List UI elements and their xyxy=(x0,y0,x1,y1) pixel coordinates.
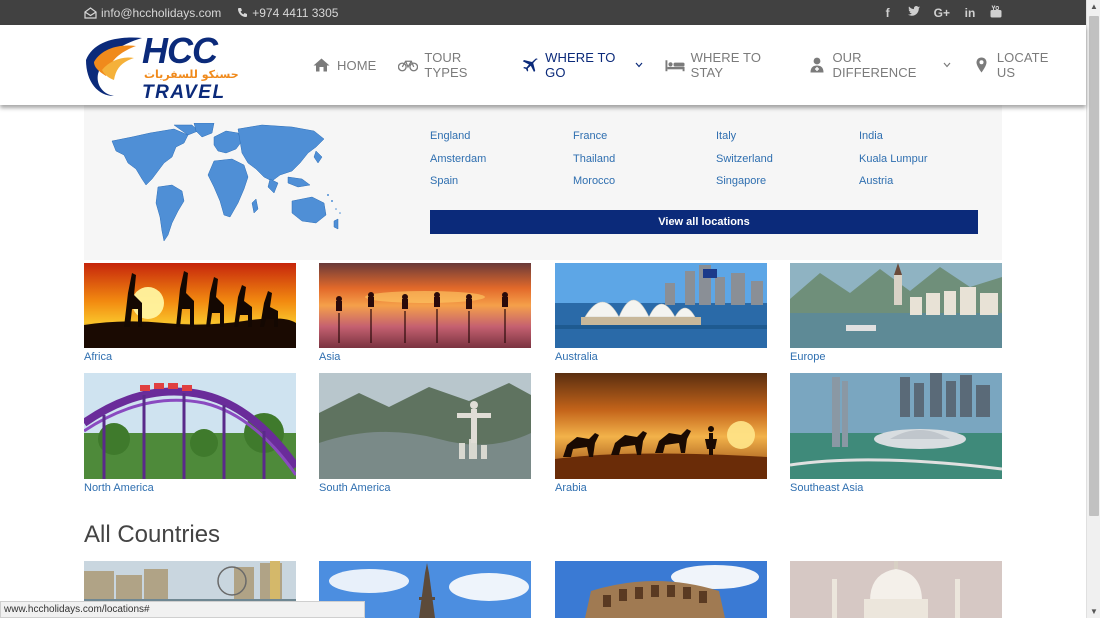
region-label-south-america[interactable]: South America xyxy=(319,481,531,495)
region-image-asia[interactable] xyxy=(319,263,531,348)
location-link-italy[interactable]: Italy xyxy=(716,129,859,144)
nav-locate-us[interactable]: LOCATE US xyxy=(973,50,1064,80)
user-md-icon xyxy=(808,57,826,73)
bed-icon xyxy=(665,59,685,72)
region-tile-asia[interactable]: Asia xyxy=(319,263,531,364)
location-link-france[interactable]: France xyxy=(573,129,716,144)
status-url: www.hccholidays.com/locations# xyxy=(4,604,150,615)
location-link-india[interactable]: India xyxy=(859,129,1002,144)
region-tile-australia[interactable]: Australia xyxy=(555,263,767,364)
region-label-north-america[interactable]: North America xyxy=(84,481,296,495)
logo-arabic-text: حسنكو للسفريات xyxy=(144,68,239,81)
region-label-arabia[interactable]: Arabia xyxy=(555,481,767,495)
scroll-up-icon[interactable]: ▲ xyxy=(1090,2,1098,11)
top-contact-bar: info@hccholidays.com +974 4411 3305 f G+… xyxy=(0,0,1086,25)
location-link-morocco[interactable]: Morocco xyxy=(573,174,716,189)
region-image-north-america[interactable] xyxy=(84,373,296,479)
scrollbar-thumb[interactable] xyxy=(1089,16,1099,516)
region-image-southeast-asia[interactable] xyxy=(790,373,1002,479)
page-scrollbar[interactable]: ▲ ▼ xyxy=(1086,0,1100,618)
region-label-asia[interactable]: Asia xyxy=(319,350,531,364)
email-link[interactable]: info@hccholidays.com xyxy=(84,6,221,20)
view-all-locations-button[interactable]: View all locations xyxy=(430,210,978,234)
location-links: England France Italy India Amsterdam Tha… xyxy=(430,129,1000,189)
location-link-thailand[interactable]: Thailand xyxy=(573,152,716,167)
country-tile-3[interactable] xyxy=(555,561,767,618)
twitter-icon[interactable] xyxy=(907,5,920,20)
region-tile-arabia[interactable]: Arabia xyxy=(555,373,767,495)
where-to-go-dropdown: England France Italy India Amsterdam Tha… xyxy=(84,105,1002,260)
email-text: info@hccholidays.com xyxy=(101,5,222,20)
country-tile-4[interactable] xyxy=(790,561,1002,618)
region-tile-south-america[interactable]: South America xyxy=(319,373,531,495)
region-image-arabia[interactable] xyxy=(555,373,767,479)
nav-our-difference-label: OUR DIFFERENCE xyxy=(832,50,917,80)
region-image-south-america[interactable] xyxy=(319,373,531,479)
region-tile-north-america[interactable]: North America xyxy=(84,373,296,495)
region-label-africa[interactable]: Africa xyxy=(84,350,296,364)
hcc-travel-logo[interactable]: HCC حسنكو للسفريات TRAVEL xyxy=(84,30,249,103)
envelope-icon xyxy=(84,6,97,19)
logo-sub-text: TRAVEL xyxy=(142,82,226,102)
country-image-3[interactable] xyxy=(555,561,767,618)
nav-our-difference[interactable]: OUR DIFFERENCE xyxy=(808,50,951,80)
chevron-down-icon xyxy=(943,60,951,70)
phone-icon xyxy=(238,8,248,17)
country-image-4[interactable] xyxy=(790,561,1002,618)
location-link-amsterdam[interactable]: Amsterdam xyxy=(430,152,573,167)
phone-text: +974 4411 3305 xyxy=(252,5,339,20)
region-label-southeast-asia[interactable]: Southeast Asia xyxy=(790,481,1002,495)
site-header: HCC حسنكو للسفريات TRAVEL HOME TOUR TYPE… xyxy=(0,25,1086,105)
home-icon xyxy=(311,58,331,72)
location-link-kuala-lumpur[interactable]: Kuala Lumpur xyxy=(859,152,1002,167)
location-link-spain[interactable]: Spain xyxy=(430,174,573,189)
plane-icon xyxy=(521,58,539,72)
scroll-down-icon[interactable]: ▼ xyxy=(1090,607,1098,616)
world-map-image xyxy=(102,122,347,245)
bicycle-icon xyxy=(398,59,419,72)
region-image-africa[interactable] xyxy=(84,263,296,348)
region-tile-europe[interactable]: Europe xyxy=(790,263,1002,364)
social-links: f G+ in xyxy=(882,0,1002,25)
region-image-australia[interactable] xyxy=(555,263,767,348)
nav-home-label: HOME xyxy=(337,57,377,73)
chevron-down-icon xyxy=(635,60,643,70)
location-link-england[interactable]: England xyxy=(430,129,573,144)
linkedin-icon[interactable]: in xyxy=(964,6,976,20)
google-plus-icon[interactable]: G+ xyxy=(934,6,950,20)
all-countries-heading: All Countries xyxy=(84,521,221,548)
location-link-austria[interactable]: Austria xyxy=(859,174,1002,189)
phone-link[interactable]: +974 4411 3305 xyxy=(237,6,338,20)
region-tile-southeast-asia[interactable]: Southeast Asia xyxy=(790,373,1002,495)
nav-where-to-stay-label: WHERE TO STAY xyxy=(690,50,762,80)
location-link-singapore[interactable]: Singapore xyxy=(716,174,859,189)
contact-info: info@hccholidays.com +974 4411 3305 xyxy=(84,0,338,25)
nav-home[interactable]: HOME xyxy=(311,58,376,73)
location-link-switzerland[interactable]: Switzerland xyxy=(716,152,859,167)
logo-main-text: HCC xyxy=(142,30,219,71)
region-label-europe[interactable]: Europe xyxy=(790,350,1002,364)
facebook-icon[interactable]: f xyxy=(882,6,894,20)
nav-tour-types[interactable]: TOUR TYPES xyxy=(398,50,499,80)
nav-locate-us-label: LOCATE US xyxy=(996,50,1049,80)
nav-where-to-go[interactable]: WHERE TO GO xyxy=(521,50,643,80)
region-image-europe[interactable] xyxy=(790,263,1002,348)
region-label-australia[interactable]: Australia xyxy=(555,350,767,364)
map-marker-icon xyxy=(973,57,991,73)
browser-status-bar: www.hccholidays.com/locations# xyxy=(0,601,365,618)
nav-where-to-stay[interactable]: WHERE TO STAY xyxy=(665,50,787,80)
nav-where-to-go-label: WHERE TO GO xyxy=(545,50,616,80)
main-navigation: HOME TOUR TYPES WHERE TO GO WHERE TO STA… xyxy=(311,25,1086,105)
region-tile-africa[interactable]: Africa xyxy=(84,263,296,364)
nav-tour-types-label: TOUR TYPES xyxy=(424,50,468,80)
youtube-icon[interactable] xyxy=(990,4,1002,21)
